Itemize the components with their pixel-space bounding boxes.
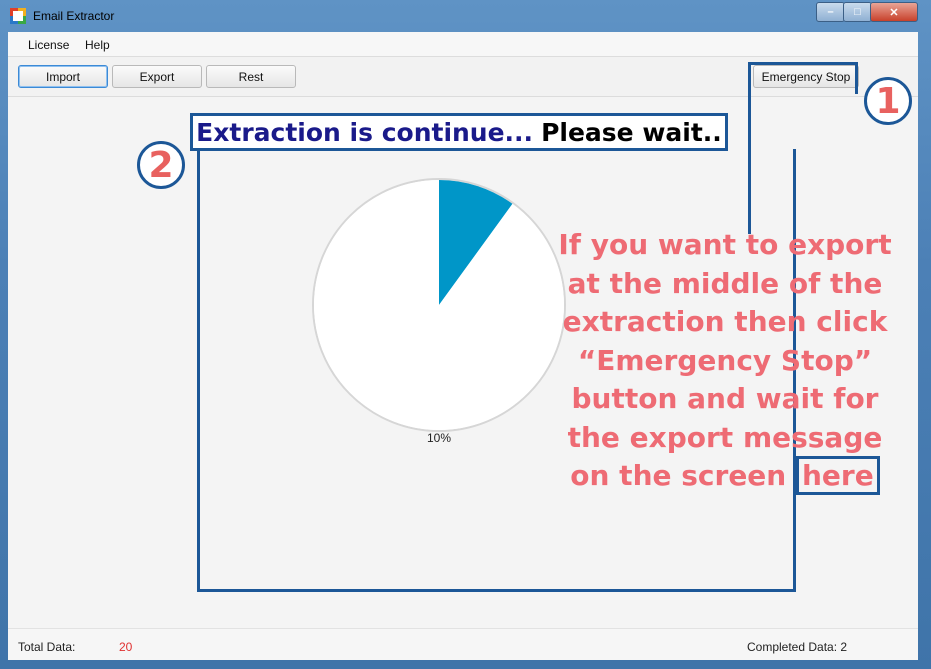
headline-part1: Extraction is continue... xyxy=(196,117,534,147)
menu-help[interactable]: Help xyxy=(85,38,110,52)
note-last-prefix: on the screen xyxy=(570,459,796,492)
note-line-last: on the screen here xyxy=(555,456,895,496)
status-bar: Total Data: 20 Completed Data: 2 xyxy=(8,628,918,660)
note-line: “Emergency Stop” xyxy=(577,343,873,377)
menu-bar: License Help xyxy=(8,32,918,57)
completed-data-label: Completed Data: 2 xyxy=(747,640,848,654)
close-button[interactable]: ✕ xyxy=(870,2,918,22)
connector-line-top xyxy=(748,62,858,65)
note-line: the export message xyxy=(567,420,883,454)
menu-license[interactable]: License xyxy=(28,38,69,52)
rest-button[interactable]: Rest xyxy=(206,65,296,88)
minimize-button[interactable]: – xyxy=(816,2,845,22)
maximize-icon: □ xyxy=(854,6,861,18)
marker-2: 2 xyxy=(137,141,185,189)
total-data-value: 20 xyxy=(119,640,133,654)
maximize-button[interactable]: □ xyxy=(843,2,872,22)
note-here-highlight: here xyxy=(795,456,880,495)
emergency-stop-button[interactable]: Emergency Stop xyxy=(753,65,859,88)
app-icon xyxy=(10,8,26,24)
note-line: button and wait for xyxy=(571,382,879,415)
instruction-note: If you want to export at the middle of t… xyxy=(555,226,895,496)
note-line: If you want to export xyxy=(558,228,892,261)
note-line: at the middle of the xyxy=(567,266,883,300)
note-line: extraction then click xyxy=(562,305,888,338)
window-title: Email Extractor xyxy=(33,9,115,23)
marker-1: 1 xyxy=(864,77,912,125)
title-bar[interactable]: Email Extractor – □ ✕ xyxy=(0,0,931,32)
headline-part2: Please wait.. xyxy=(541,117,722,147)
connector-line xyxy=(748,62,751,234)
extraction-status-headline: Extraction is continue... Please wait.. xyxy=(190,113,728,151)
export-button[interactable]: Export xyxy=(112,65,202,88)
minimize-icon: – xyxy=(827,6,834,18)
import-button[interactable]: Import xyxy=(18,65,108,88)
connector-line-side xyxy=(855,62,858,94)
close-icon: ✕ xyxy=(889,6,899,19)
total-data-label: Total Data: xyxy=(18,640,76,654)
